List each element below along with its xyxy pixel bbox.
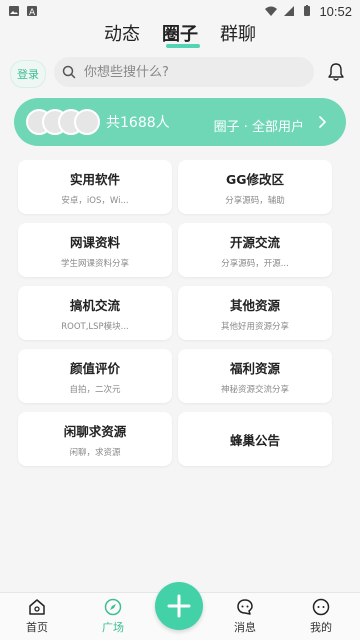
battery-icon <box>304 5 311 16</box>
category-card-looks-rating[interactable]: 颜值评价 自拍，二次元 <box>18 349 172 403</box>
compass-icon <box>104 598 122 616</box>
category-desc: 分享源码，辅助 <box>225 195 285 206</box>
category-title: GG修改区 <box>225 171 285 187</box>
a-icon: A <box>27 6 37 17</box>
category-desc: 闲聊，求资源 <box>69 447 121 458</box>
home-icon <box>29 599 45 615</box>
category-card-tinkering[interactable]: 搞机交流 ROOT,LSP模块... <box>18 286 172 340</box>
category-desc: ROOT,LSP模块... <box>61 321 129 332</box>
category-desc: 其他好用资源分享 <box>220 321 289 332</box>
category-desc: 学生网课资料分享 <box>60 258 129 269</box>
bell-icon[interactable] <box>326 62 346 82</box>
chevron-right-icon <box>319 116 326 128</box>
category-title: 颜值评价 <box>69 360 120 376</box>
svg-text:A: A <box>29 8 36 17</box>
tab-circle[interactable]: 圈子 <box>162 20 200 50</box>
search-bar[interactable] <box>54 57 314 87</box>
category-title: 网课资料 <box>69 234 120 250</box>
nav-home[interactable]: 首页 <box>12 597 62 635</box>
category-card-announcements[interactable]: 蜂巢公告 <box>178 412 332 466</box>
nav-label: 广场 <box>102 621 124 634</box>
category-title: 搞机交流 <box>69 297 120 313</box>
clock-time: 10:52 <box>319 3 352 19</box>
wifi-icon <box>265 6 278 16</box>
image-icon <box>9 6 19 16</box>
search-input[interactable] <box>82 63 296 81</box>
member-count: 共1688人 <box>106 115 170 131</box>
profile-icon <box>312 598 330 616</box>
avatar <box>74 109 100 135</box>
avatar-stack <box>26 109 100 135</box>
nav-label: 消息 <box>234 621 256 634</box>
category-desc: 安卓，iOS，Wi... <box>61 195 129 206</box>
banner-title: 圈子 · 全部用户 <box>213 119 304 135</box>
category-title: 蜂巢公告 <box>229 432 280 448</box>
members-banner[interactable]: 共1688人 圈子 · 全部用户 <box>14 98 346 146</box>
nav-square[interactable]: 广场 <box>88 597 138 635</box>
category-card-practical-software[interactable]: 实用软件 安卓，iOS，Wi... <box>18 160 172 214</box>
category-card-chat-requests[interactable]: 闲聊求资源 闲聊，求资源 <box>18 412 172 466</box>
category-title: 闲聊求资源 <box>63 423 127 439</box>
nav-label: 我的 <box>310 621 332 634</box>
category-title: 其他资源 <box>229 297 280 313</box>
category-desc: 分享源码，开源... <box>221 258 289 269</box>
category-card-other-resources[interactable]: 其他资源 其他好用资源分享 <box>178 286 332 340</box>
category-card-online-course[interactable]: 网课资料 学生网课资料分享 <box>18 223 172 277</box>
plus-icon <box>167 594 191 618</box>
message-icon <box>237 599 253 615</box>
tab-group-chat[interactable]: 群聊 <box>220 20 256 50</box>
category-desc: 神秘资源交流分享 <box>220 384 289 395</box>
category-title: 福利资源 <box>229 360 280 376</box>
category-title: 开源交流 <box>229 234 280 250</box>
top-tabs: 动态 圈子 群聊 <box>0 20 360 50</box>
category-grid: 实用软件 安卓，iOS，Wi... GG修改区 分享源码，辅助 网课资料 学生网… <box>18 160 342 466</box>
nav-label: 首页 <box>26 621 48 634</box>
category-card-gg-mod[interactable]: GG修改区 分享源码，辅助 <box>178 160 332 214</box>
category-title: 实用软件 <box>69 171 120 187</box>
add-post-button[interactable] <box>155 582 203 630</box>
tab-dynamic[interactable]: 动态 <box>104 20 140 50</box>
login-button[interactable]: 登录 <box>10 60 46 88</box>
category-desc: 自拍，二次元 <box>69 384 121 395</box>
category-card-welfare[interactable]: 福利资源 神秘资源交流分享 <box>178 349 332 403</box>
status-left: A <box>8 5 38 17</box>
nav-messages[interactable]: 消息 <box>220 597 270 635</box>
status-bar: A 10:52 <box>0 0 360 22</box>
nav-profile[interactable]: 我的 <box>296 597 346 635</box>
signal-icon <box>284 6 295 16</box>
search-icon <box>62 65 76 79</box>
category-card-open-source[interactable]: 开源交流 分享源码，开源... <box>178 223 332 277</box>
status-right: 10:52 <box>265 4 352 19</box>
